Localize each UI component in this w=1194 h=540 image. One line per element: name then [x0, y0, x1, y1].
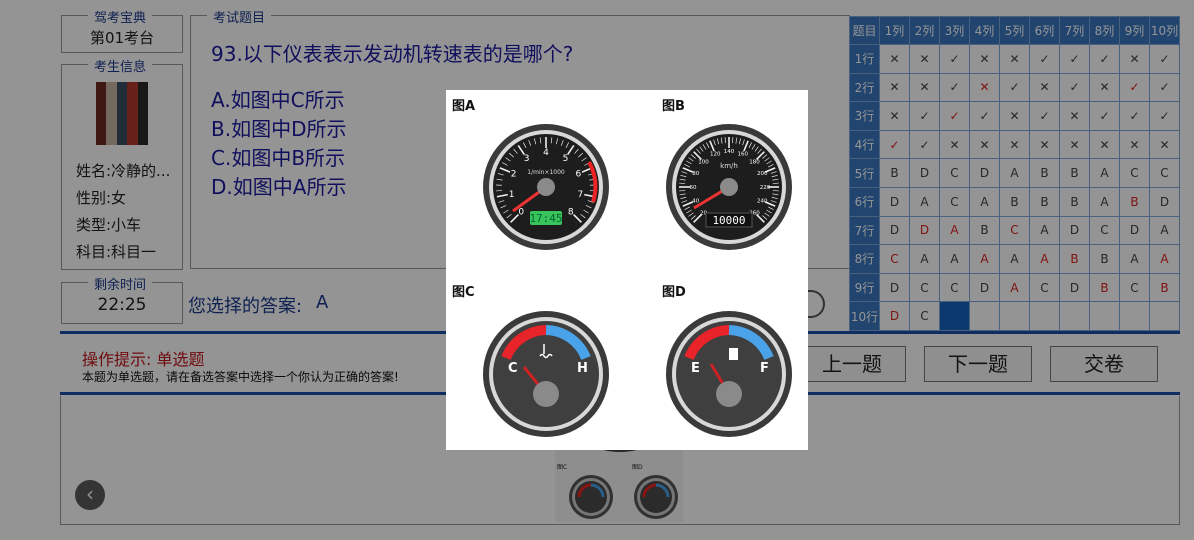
- gauge-tick-label: 80: [692, 171, 699, 177]
- gauge-d-fuel: E F: [666, 311, 792, 437]
- gauge-b-unit: km/h: [720, 162, 738, 170]
- gauge-tick-label: 60: [690, 185, 697, 191]
- gauge-tick-label: 160: [738, 152, 749, 158]
- gauge-tick-label: 4: [543, 148, 549, 158]
- gauge-tick-label: 6: [575, 170, 581, 180]
- gauge-b-odometer: 10000: [712, 214, 745, 227]
- gauge-a-unit: 1/min×1000: [527, 169, 565, 176]
- gauge-tick-label: 2: [511, 170, 517, 180]
- gauge-tick-label: 120: [710, 152, 721, 158]
- gauge-tick-label: 200: [757, 171, 768, 177]
- gauge-tick-label: 8: [568, 208, 574, 218]
- gauge-d-low: E: [691, 361, 700, 376]
- gauge-a-clock: 17:45: [529, 212, 562, 225]
- gauge-c-temperature: C H: [483, 311, 609, 437]
- gauge-b-speedometer: 20406080100120 140 160180200220240260 km/h…: [666, 124, 792, 250]
- gauge-tick-label: 180: [749, 159, 760, 165]
- gauge-tick-label: 1: [509, 190, 515, 200]
- gauge-tick-label: 7: [577, 190, 583, 200]
- gauge-tick-label: 220: [760, 185, 771, 191]
- gauge-tick-label: 3: [524, 154, 530, 164]
- gauge-tick-label: 5: [563, 154, 569, 164]
- gauge-c-high: H: [577, 361, 588, 376]
- gauge-c-low: C: [508, 361, 518, 376]
- gauge-d-high: F: [760, 361, 769, 376]
- gauge-tick-label: 140: [724, 149, 735, 155]
- gauge-tick-label: 0: [518, 208, 524, 218]
- image-preview-popup[interactable]: 图A 图B 图C 图D 012345678 1/min×1000 17:45 2…: [446, 90, 808, 450]
- gauges-figure: 012345678 1/min×1000 17:45 2040608010012…: [483, 124, 792, 437]
- gauge-a-tachometer: 01 23 4 56 78 1/min×1000 17:45: [483, 124, 609, 250]
- gauge-tick-label: 240: [757, 199, 768, 205]
- gauge-tick-label: 100: [698, 159, 709, 165]
